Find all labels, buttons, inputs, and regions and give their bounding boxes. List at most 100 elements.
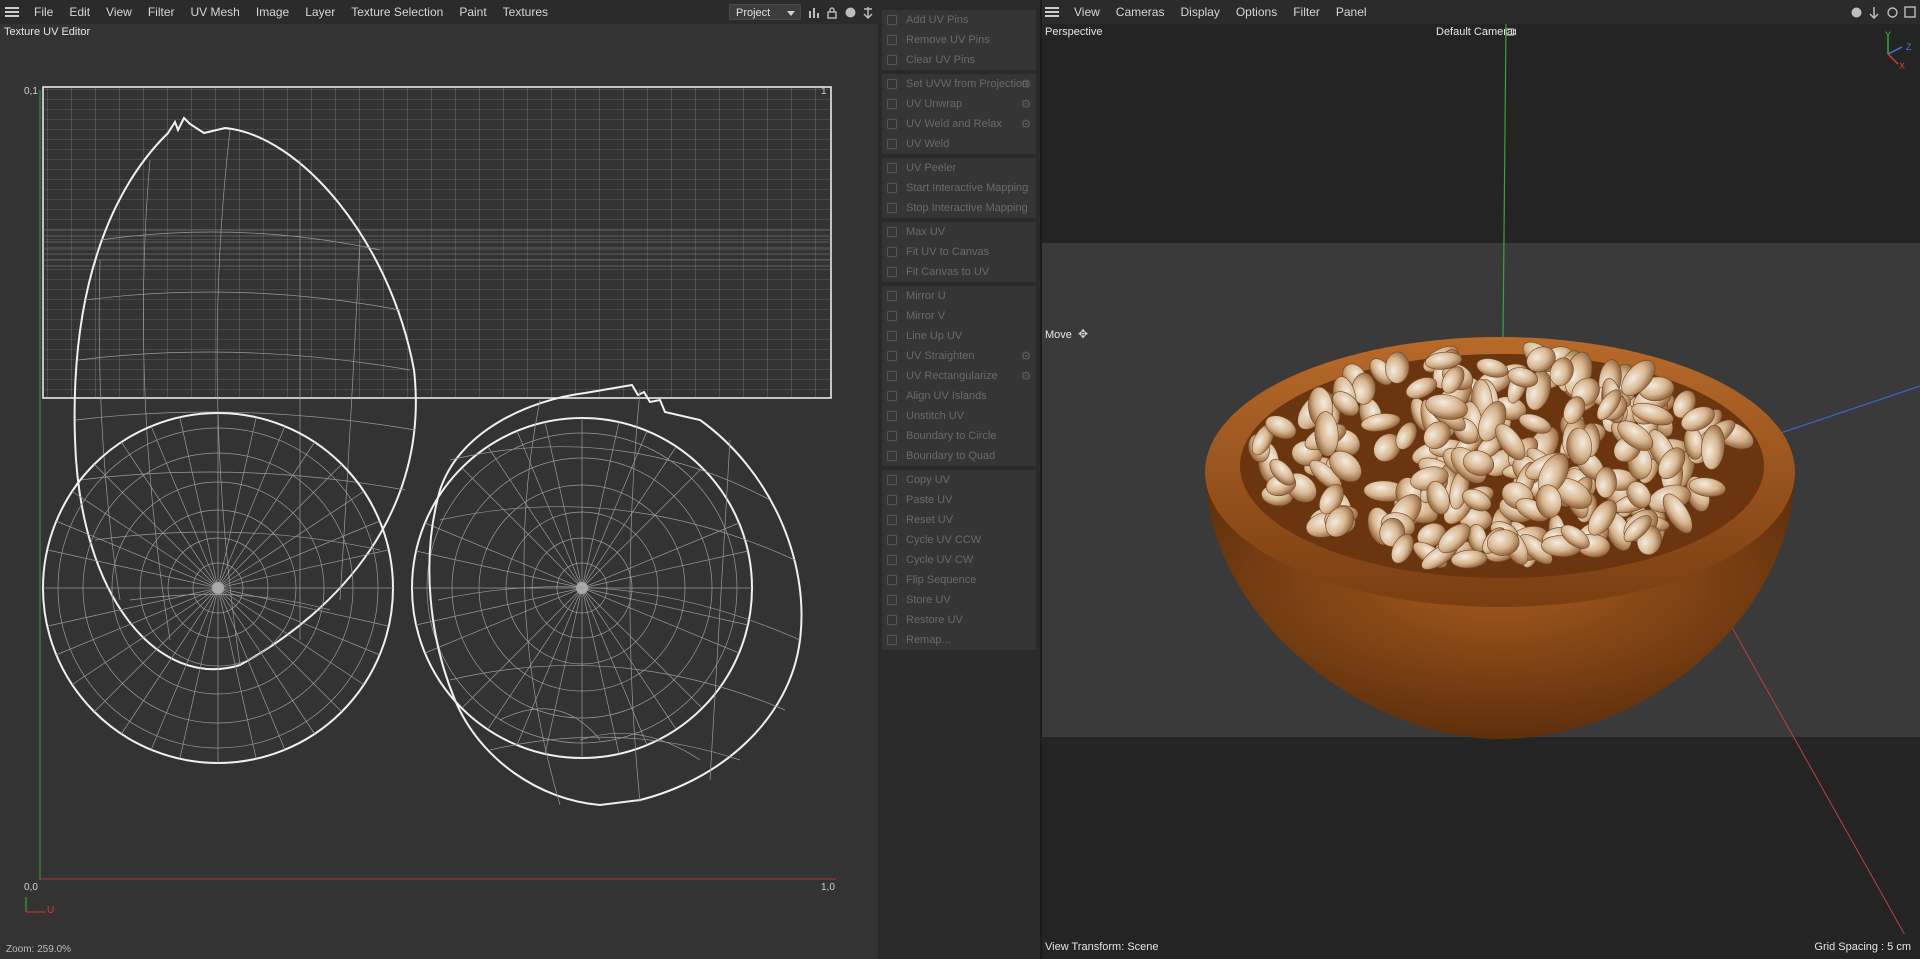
command-group-6: Copy UV Paste UV Reset UV Cycle UV CCW Cycle… [882,470,1036,650]
cmd-label: Max UV [906,226,946,238]
store-uv-icon [887,595,897,605]
cmd-paste-uv-button[interactable]: Paste UV [882,490,1036,510]
cmd-label: Line Up UV [906,330,963,342]
uv-corner-top-left: 0,1 [24,86,38,97]
cmd-clear-uv-pins-button[interactable]: Clear UV Pins [882,50,1036,70]
viewport-menu-options[interactable]: Options [1228,5,1285,19]
boundary-to-quad-icon [887,451,897,461]
menu-texture-selection[interactable]: Texture Selection [343,5,451,19]
cmd-uv-weld-button[interactable]: UV Weld [882,134,1036,154]
cmd-start-interactive-mapping-button[interactable]: Start Interactive Mapping [882,178,1036,198]
restore-uv-icon [887,615,897,625]
cmd-max-uv-button[interactable]: Max UV [882,222,1036,242]
cmd-store-uv-button[interactable]: Store UV [882,590,1036,610]
u-axis-label: U [47,905,55,916]
fit-uv-to-canvas-icon [887,247,897,257]
cmd-uv-rectangularize-button[interactable]: UV Rectangularize ⚙ [882,366,1036,386]
cmd-restore-uv-button[interactable]: Restore UV [882,610,1036,630]
fit-canvas-to-uv-icon [887,267,897,277]
menu-edit[interactable]: Edit [61,5,98,19]
menu-paint[interactable]: Paint [451,5,494,19]
reset-uv-icon [887,515,897,525]
set-uvw-from-projection-icon [887,79,897,89]
viewport-menubar: View Cameras Display Options Filter Panel [1040,0,1920,24]
hand-pan-icon[interactable] [1849,5,1863,19]
gear-icon[interactable]: ⚙ [1020,98,1032,110]
cmd-label: Fit Canvas to UV [906,266,990,278]
menu-image[interactable]: Image [248,5,297,19]
uv-rectangularize-icon [887,371,897,381]
view-transform-status: View Transform: Scene [1045,941,1159,953]
cmd-set-uvw-from-projection-button[interactable]: Set UVW from Projection ⚙ [882,74,1036,94]
menu-layer[interactable]: Layer [297,5,343,19]
cmd-unstitch-uv-button[interactable]: Unstitch UV [882,406,1036,426]
cmd-label: UV Peeler [906,162,957,174]
histogram-icon[interactable] [807,5,821,19]
viewport-3d-scene[interactable] [1040,24,1920,934]
rotate-view-icon[interactable] [1885,5,1899,19]
gear-icon[interactable]: ⚙ [1020,118,1032,130]
cmd-cycle-uv-ccw-button[interactable]: Cycle UV CCW [882,530,1036,550]
viewport-menu-panel[interactable]: Panel [1328,5,1375,19]
viewport-menu-filter[interactable]: Filter [1285,5,1328,19]
cmd-fit-canvas-to-uv-button[interactable]: Fit Canvas to UV [882,262,1036,282]
gear-icon[interactable]: ⚙ [1020,78,1032,90]
gear-icon[interactable]: ⚙ [1020,370,1032,382]
uv-commands-panel: Add UV Pins Remove UV Pins Clear UV Pins Se… [878,0,1040,959]
command-group-4: Max UV Fit UV to Canvas Fit Canvas to UV [882,222,1036,282]
dolly-arrows-icon[interactable] [1867,5,1881,19]
cmd-mirror-u-button[interactable]: Mirror U [882,286,1036,306]
cmd-label: Store UV [906,594,951,606]
project-select[interactable]: Project [729,4,801,20]
hamburger-menu-icon[interactable] [5,7,19,17]
menu-filter[interactable]: Filter [140,5,183,19]
cmd-flip-sequence-button[interactable]: Flip Sequence [882,570,1036,590]
cmd-boundary-to-quad-button[interactable]: Boundary to Quad [882,446,1036,466]
cmd-label: UV Unwrap [906,98,963,110]
cmd-uv-straighten-button[interactable]: UV Straighten ⚙ [882,346,1036,366]
uv-corner-top-right: 1 [821,86,827,97]
gizmo-x-label: X [1899,61,1906,71]
command-group-2: Set UVW from Projection ⚙ UV Unwrap ⚙ UV Wel… [882,74,1036,154]
hand-pan-icon[interactable] [843,5,857,19]
cmd-reset-uv-button[interactable]: Reset UV [882,510,1036,530]
unstitch-uv-icon [887,411,897,421]
cmd-align-uv-islands-button[interactable]: Align UV Islands [882,386,1036,406]
menu-view[interactable]: View [98,5,140,19]
project-select-value: Project [736,7,771,19]
cmd-uv-unwrap-button[interactable]: UV Unwrap ⚙ [882,94,1036,114]
remove-uv-pins-icon [887,35,897,45]
uv-canvas[interactable] [0,40,878,940]
panel-divider[interactable] [1040,0,1042,959]
cmd-stop-interactive-mapping-button[interactable]: Stop Interactive Mapping [882,198,1036,218]
cycle-uv-ccw-icon [887,535,897,545]
uv-weld-and-relax-icon [887,119,897,129]
uv-origin-label: 0,0 [24,882,38,893]
cmd-cycle-uv-cw-button[interactable]: Cycle UV CW [882,550,1036,570]
hamburger-menu-icon[interactable] [1045,7,1059,17]
lock-icon[interactable] [825,5,839,19]
maximize-view-icon[interactable] [1903,5,1917,19]
cmd-remap-button[interactable]: Remap... [882,630,1036,650]
menu-textures[interactable]: Textures [495,5,556,19]
viewport-menu-display[interactable]: Display [1172,5,1227,19]
menu-uv-mesh[interactable]: UV Mesh [183,5,248,19]
cmd-uv-weld-and-relax-button[interactable]: UV Weld and Relax ⚙ [882,114,1036,134]
cmd-add-uv-pins-button[interactable]: Add UV Pins [882,10,1036,30]
uv-weld-icon [887,139,897,149]
cmd-remove-uv-pins-button[interactable]: Remove UV Pins [882,30,1036,50]
cmd-label: Boundary to Circle [906,430,997,442]
cmd-boundary-to-circle-button[interactable]: Boundary to Circle [882,426,1036,446]
gear-icon[interactable]: ⚙ [1020,350,1032,362]
cmd-fit-uv-to-canvas-button[interactable]: Fit UV to Canvas [882,242,1036,262]
zoom-arrows-icon[interactable] [861,5,875,19]
cmd-mirror-v-button[interactable]: Mirror V [882,306,1036,326]
viewport-menu-cameras[interactable]: Cameras [1108,5,1173,19]
cmd-copy-uv-button[interactable]: Copy UV [882,470,1036,490]
viewport-menu-view[interactable]: View [1066,5,1108,19]
menu-file[interactable]: File [26,5,61,19]
cmd-uv-peeler-button[interactable]: UV Peeler [882,158,1036,178]
cmd-line-up-uv-button[interactable]: Line Up UV [882,326,1036,346]
cmd-label: Cycle UV CW [906,554,974,566]
gizmo-z-label: Z [1906,42,1912,52]
